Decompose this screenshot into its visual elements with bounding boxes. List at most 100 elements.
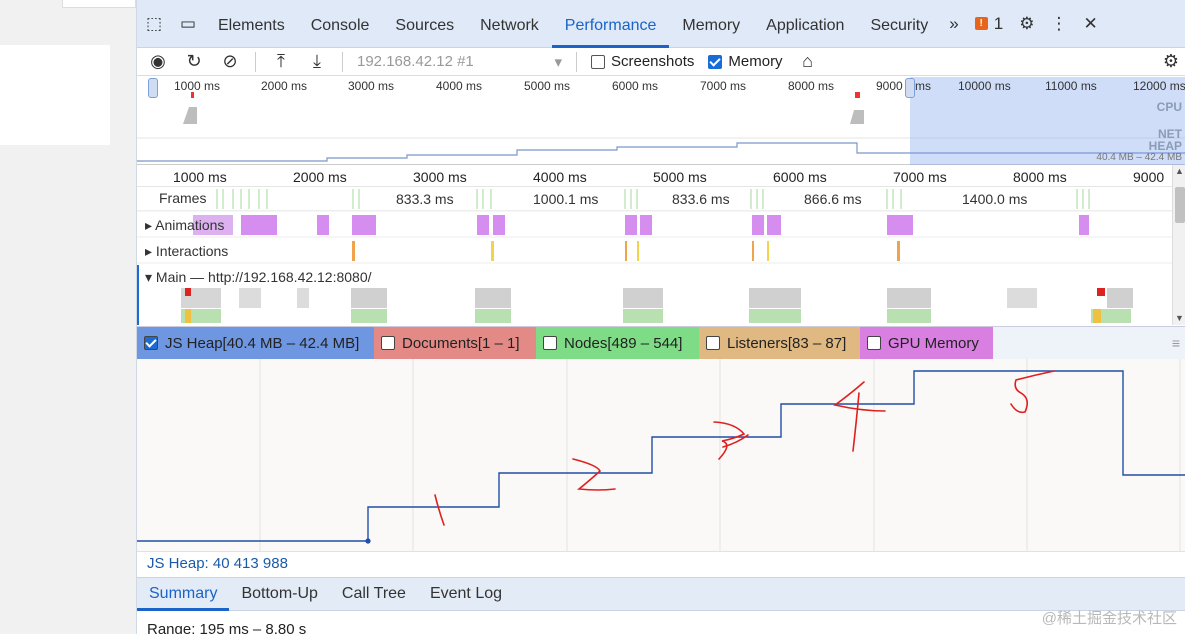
heap-label: HEAP — [1148, 139, 1182, 153]
performance-toolbar: ◉ ↻ ⊘ ⤒ ⤓ 192.168.42.12 #1 ▾ Screenshots… — [137, 48, 1185, 76]
timeline-overview[interactable]: 1000 ms 2000 ms 3000 ms 4000 ms 5000 ms … — [137, 77, 1185, 165]
devtools-tabbar: ⬚ ▭ Elements Console Sources Network Per… — [137, 0, 1185, 48]
more-options-icon[interactable]: ⋮ — [1050, 14, 1067, 34]
tab-call-tree[interactable]: Call Tree — [330, 578, 418, 610]
frame-duration: 866.6 ms — [804, 191, 862, 207]
expand-arrow-icon: ▸ — [145, 243, 156, 259]
overview-tick: 3000 ms — [348, 79, 395, 93]
close-devtools-icon[interactable]: ✕ — [1083, 14, 1097, 34]
clear-icon[interactable]: ⊘ — [219, 51, 241, 72]
capture-settings-gear-icon[interactable]: ⚙ — [1160, 51, 1182, 72]
tab-summary[interactable]: Summary — [137, 578, 230, 611]
listeners-checkbox[interactable] — [706, 336, 720, 350]
listeners-counter-label: Listeners[83 – 87] — [727, 334, 847, 352]
tab-sources[interactable]: Sources — [382, 0, 467, 48]
selection-handle-left[interactable] — [148, 78, 158, 98]
issues-badge[interactable]: ! 1 — [974, 14, 1003, 34]
dropdown-arrow-icon: ▾ — [554, 53, 562, 71]
upload-profile-icon[interactable]: ⤒ — [270, 51, 292, 72]
listeners-counter[interactable]: Listeners[83 – 87] — [699, 327, 860, 359]
settings-gear-icon[interactable]: ⚙ — [1019, 14, 1034, 34]
cpu-label: CPU — [1156, 100, 1182, 114]
drag-handle-icon[interactable]: ≡ — [1172, 335, 1180, 351]
gpu-memory-counter-label: GPU Memory — [888, 334, 979, 352]
garbage-collect-broom-icon[interactable]: ⌂ — [797, 51, 819, 72]
documents-checkbox[interactable] — [381, 336, 395, 350]
main-thread-activity — [181, 288, 1133, 323]
toolbar-divider — [576, 51, 577, 72]
main-track-toggle[interactable]: ▾ Main — http://192.168.42.12:8080/ — [145, 269, 372, 286]
overview-tick: ms — [915, 79, 931, 93]
annotation-5 — [1010, 370, 1055, 414]
js-heap-checkbox[interactable] — [144, 336, 158, 350]
tab-console[interactable]: Console — [298, 0, 383, 48]
screenshots-checkbox[interactable]: Screenshots — [591, 53, 694, 70]
nodes-checkbox[interactable] — [543, 336, 557, 350]
main-thread-label: Main — http://192.168.42.12:8080/ — [155, 269, 372, 285]
ruler-tick: 1000 ms — [173, 169, 227, 185]
scroll-down-icon[interactable]: ▼ — [1175, 313, 1184, 323]
tab-network[interactable]: Network — [467, 0, 552, 48]
handwritten-annotations — [434, 370, 1055, 526]
tab-security[interactable]: Security — [857, 0, 941, 48]
overview-tick: 12000 ms — [1133, 79, 1185, 93]
tab-event-log[interactable]: Event Log — [418, 578, 514, 610]
reload-record-icon[interactable]: ↻ — [183, 51, 205, 72]
device-toolbar-icon[interactable]: ▭ — [171, 14, 205, 34]
tab-application[interactable]: Application — [753, 0, 857, 48]
interactions-track-toggle[interactable]: ▸ Interactions — [145, 243, 228, 260]
documents-counter[interactable]: Documents[1 – 1] — [374, 327, 536, 359]
selection-handle-right[interactable] — [905, 78, 915, 98]
memory-chart-svg — [137, 359, 1185, 551]
overview-tick: 4000 ms — [436, 79, 483, 93]
overview-tick: 6000 ms — [612, 79, 659, 93]
memory-checkbox-box[interactable] — [708, 54, 723, 69]
animations-label: Animations — [155, 217, 225, 233]
frames-track[interactable]: Frames 833.3 ms 1000.1 ms 833.6 ms 866.6… — [137, 187, 1172, 211]
ruler-tick: 2000 ms — [293, 169, 347, 185]
screenshots-label: Screenshots — [611, 53, 695, 70]
annotation-1 — [434, 494, 445, 526]
page-card — [0, 45, 110, 145]
memory-label: Memory — [728, 53, 783, 70]
heap-cursor-point — [365, 538, 371, 544]
tracks-scrollbar[interactable]: ▲ ▼ — [1172, 165, 1185, 325]
overview-heap-range: 40.4 MB – 42.4 MB — [1096, 152, 1182, 163]
tab-performance[interactable]: Performance — [551, 0, 670, 48]
gpu-memory-checkbox[interactable] — [867, 336, 881, 350]
scroll-up-icon[interactable]: ▲ — [1175, 166, 1184, 176]
tab-elements[interactable]: Elements — [205, 0, 298, 48]
annotation-3 — [713, 421, 749, 460]
tab-bottom-up[interactable]: Bottom-Up — [229, 578, 329, 610]
download-profile-icon[interactable]: ⤓ — [306, 51, 328, 72]
js-heap-readout: JS Heap: 40 413 988 — [137, 551, 1185, 577]
overview-tick: 2000 ms — [261, 79, 308, 93]
scrollbar-thumb[interactable] — [1175, 187, 1185, 223]
target-select[interactable]: 192.168.42.12 #1 ▾ — [357, 53, 562, 71]
annotation-4 — [833, 381, 886, 452]
inspect-element-icon[interactable]: ⬚ — [137, 14, 171, 34]
more-tabs-icon[interactable]: » — [949, 14, 958, 34]
memory-chart[interactable] — [137, 359, 1185, 551]
ruler-tick: 6000 ms — [773, 169, 827, 185]
toolbar-divider — [342, 51, 343, 72]
cpu-activity-mark — [183, 107, 197, 124]
chart-gridlines — [259, 359, 1181, 551]
js-heap-counter-label: JS Heap[40.4 MB – 42.4 MB] — [165, 334, 360, 352]
toolbar-divider — [255, 51, 256, 72]
gpu-memory-counter[interactable]: GPU Memory — [860, 327, 993, 359]
tab-memory[interactable]: Memory — [669, 0, 753, 48]
record-icon[interactable]: ◉ — [147, 51, 169, 72]
overview-tick: 1000 ms — [174, 79, 221, 93]
watermark: @稀土掘金技术社区 — [1041, 610, 1177, 627]
nodes-counter[interactable]: Nodes[489 – 544] — [536, 327, 699, 359]
timeline-tracks[interactable]: Frames 833.3 ms 1000.1 ms 833.6 ms 866.6… — [137, 187, 1172, 325]
ruler-tick: 5000 ms — [653, 169, 707, 185]
js-heap-counter[interactable]: JS Heap[40.4 MB – 42.4 MB] — [137, 327, 374, 359]
long-task-marker — [855, 92, 860, 98]
memory-checkbox[interactable]: Memory — [708, 53, 783, 70]
cpu-activity-mark — [850, 110, 864, 124]
screenshots-checkbox-box[interactable] — [591, 54, 605, 69]
ruler-tick: 3000 ms — [413, 169, 467, 185]
animations-track-toggle[interactable]: ▸ Animations — [145, 217, 224, 234]
